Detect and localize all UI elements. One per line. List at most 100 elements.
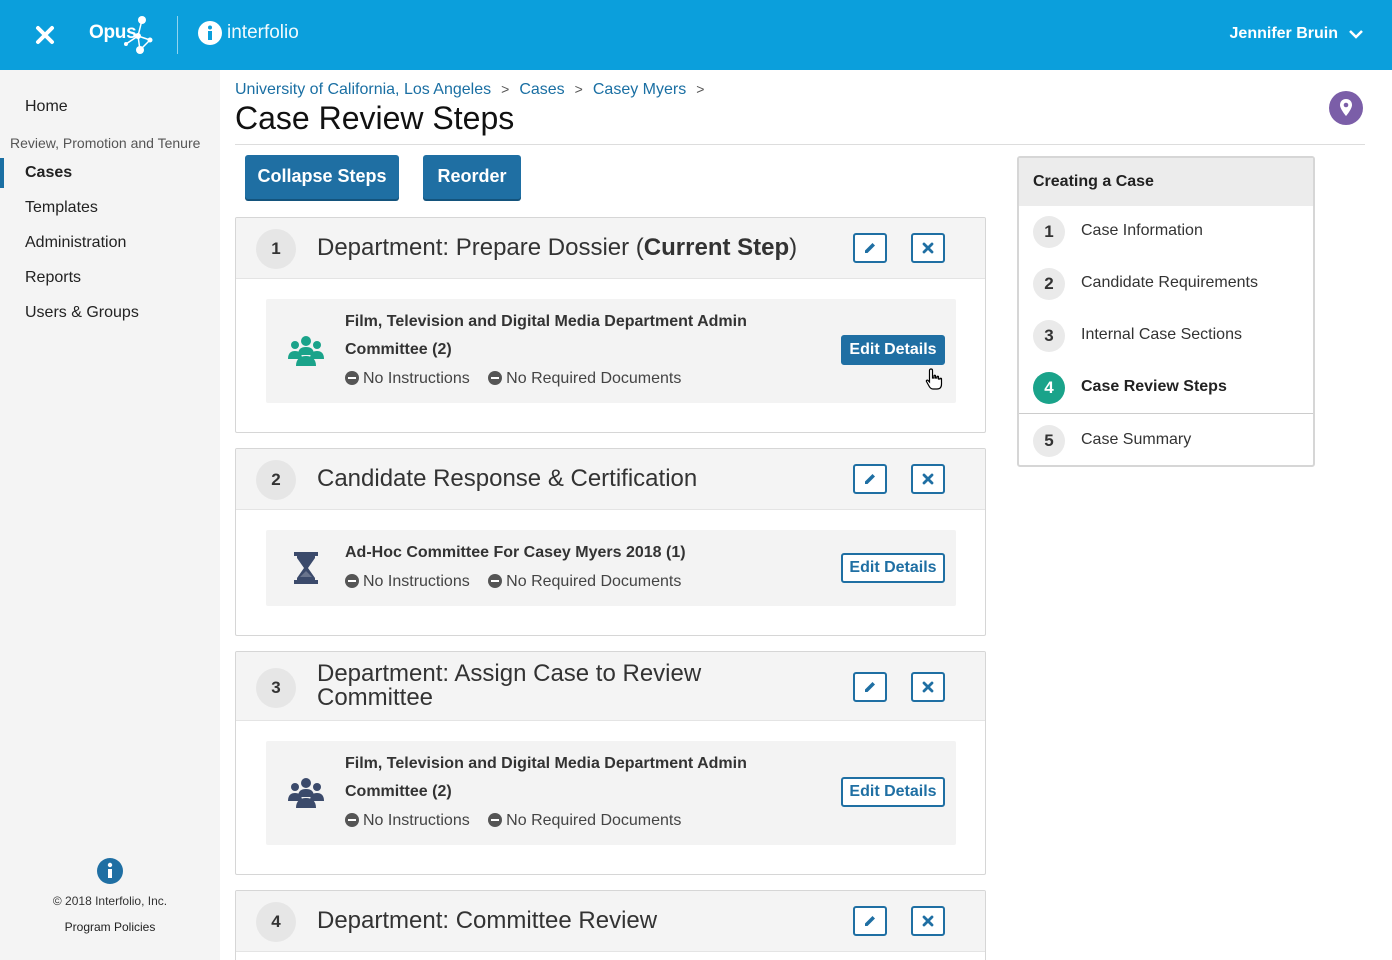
pencil-icon [865, 682, 875, 692]
step-number: 1 [256, 229, 296, 269]
step-task: Film, Television and Digital Media Depar… [266, 299, 956, 403]
title-divider [235, 144, 1365, 145]
task-name: Film, Television and Digital Media Depar… [345, 313, 747, 358]
documents-status: No Required Documents [506, 370, 682, 387]
wizard-divider [1019, 413, 1313, 414]
close-icon [922, 681, 934, 693]
sidebar: Home Review, Promotion and Tenure Cases … [0, 70, 220, 960]
minus-circle-icon [488, 813, 503, 827]
wizard-step-label: Case Summary [1081, 431, 1192, 448]
step-header: 1 Department: Prepare Dossier (Current S… [236, 218, 985, 279]
sidebar-item-reports[interactable]: Reports [0, 263, 220, 293]
task-name: Ad-Hoc Committee For Casey Myers 2018 (1… [345, 544, 686, 561]
step-card-4: 4 Department: Committee Review [235, 890, 986, 960]
wizard-step-label: Case Information [1081, 222, 1203, 239]
interfolio-info-icon [198, 21, 222, 45]
edit-step-button[interactable] [853, 464, 887, 494]
chevron-right-icon: > [574, 81, 583, 97]
info-icon[interactable] [97, 858, 123, 884]
user-menu[interactable]: Jennifer Bruin [1230, 25, 1338, 43]
sidebar-item-administration[interactable]: Administration [0, 228, 220, 258]
sidebar-section-label: Review, Promotion and Tenure [10, 135, 201, 151]
copyright-text: © 2018 Interfolio, Inc. [52, 894, 168, 908]
delete-step-button[interactable] [911, 906, 945, 936]
step-task: Ad-Hoc Committee For Casey Myers 2018 (1… [266, 530, 956, 606]
chevron-right-icon: > [696, 81, 705, 97]
wizard-step-case-review-steps[interactable]: 4 Case Review Steps [1019, 362, 1313, 414]
documents-status: No Required Documents [506, 573, 682, 590]
wizard-panel: Creating a Case 1 Case Information 2 Can… [1017, 156, 1315, 467]
step-header: 2 Candidate Response & Certification [236, 449, 985, 510]
instructions-status: No Instructions [363, 573, 470, 590]
wizard-step-number: 5 [1033, 425, 1065, 457]
sidebar-item-users-groups[interactable]: Users & Groups [0, 298, 220, 328]
edit-details-button[interactable]: Edit Details [841, 335, 945, 365]
edit-details-button[interactable]: Edit Details [841, 553, 945, 583]
close-icon [922, 473, 934, 485]
sidebar-item-home[interactable]: Home [0, 92, 220, 122]
wizard-step-number: 1 [1033, 216, 1065, 248]
minus-circle-icon [345, 813, 359, 827]
edit-details-button[interactable]: Edit Details [841, 777, 945, 807]
step-title: Department: Prepare Dossier (Current Ste… [317, 234, 798, 261]
chevron-right-icon: > [501, 81, 510, 97]
location-pin-button[interactable] [1329, 91, 1363, 125]
breadcrumb-cases[interactable]: Cases [519, 81, 564, 98]
edit-step-button[interactable] [853, 233, 887, 263]
wizard-step-label: Case Review Steps [1081, 378, 1227, 395]
delete-step-button[interactable] [911, 233, 945, 263]
sidebar-item-templates[interactable]: Templates [0, 193, 220, 223]
edit-step-button[interactable] [853, 672, 887, 702]
step-number: 3 [256, 668, 296, 708]
wizard-step-case-summary[interactable]: 5 Case Summary [1019, 415, 1313, 467]
sidebar-item-cases[interactable]: Cases [0, 158, 220, 188]
opus-network-icon [124, 16, 153, 54]
wizard-step-internal-case-sections[interactable]: 3 Internal Case Sections [1019, 310, 1313, 362]
wizard-step-candidate-requirements[interactable]: 2 Candidate Requirements [1019, 258, 1313, 310]
minus-circle-icon [488, 371, 503, 385]
page-title: Case Review Steps [235, 100, 515, 136]
task-name: Film, Television and Digital Media Depar… [345, 755, 747, 800]
wizard-step-case-information[interactable]: 1 Case Information [1019, 206, 1313, 258]
breadcrumb-candidate[interactable]: Casey Myers [593, 81, 686, 98]
edit-step-button[interactable] [853, 906, 887, 936]
interfolio-logo-text: interfolio [227, 22, 299, 43]
step-card-1: 1 Department: Prepare Dossier (Current S… [235, 217, 986, 433]
reorder-button[interactable]: Reorder [423, 155, 521, 199]
hourglass-icon [294, 552, 318, 584]
breadcrumb: University of California, Los Angeles > Ca… [235, 81, 714, 99]
wizard-step-number: 3 [1033, 320, 1065, 352]
minus-circle-icon [345, 371, 359, 385]
task-meta: No Instructions No Required Documents [345, 369, 695, 388]
location-pin-icon [1340, 99, 1352, 116]
close-icon[interactable] [34, 24, 56, 46]
step-header: 4 Department: Committee Review [236, 891, 985, 952]
pencil-icon [865, 243, 875, 253]
step-card-2: 2 Candidate Response & Certification Ad-… [235, 448, 986, 636]
step-title: Department: Committee Review [317, 907, 658, 934]
collapse-steps-button[interactable]: Collapse Steps [245, 155, 399, 199]
delete-step-button[interactable] [911, 672, 945, 702]
minus-circle-icon [488, 574, 503, 588]
step-number: 2 [256, 460, 296, 500]
wizard-step-number: 4 [1033, 372, 1065, 404]
top-bar: Opus interfolio Jennifer Bruin [0, 0, 1392, 70]
delete-step-button[interactable] [911, 464, 945, 494]
close-icon [922, 915, 934, 927]
wizard-title: Creating a Case [1019, 158, 1313, 206]
step-card-3: 3 Department: Assign Case to Review Comm… [235, 651, 986, 875]
group-icon [288, 778, 324, 808]
instructions-status: No Instructions [363, 812, 470, 829]
pencil-icon [865, 916, 875, 926]
chevron-down-icon[interactable] [1348, 28, 1364, 40]
program-policies-link[interactable]: Program Policies [0, 920, 220, 934]
header-divider [177, 16, 178, 54]
group-icon [288, 336, 324, 366]
instructions-status: No Instructions [363, 370, 470, 387]
wizard-step-number: 2 [1033, 268, 1065, 300]
step-number: 4 [256, 902, 296, 942]
step-title: Department: Assign Case to Review Commit… [317, 660, 702, 711]
breadcrumb-university[interactable]: University of California, Los Angeles [235, 81, 491, 98]
task-meta: No Instructions No Required Documents [345, 572, 695, 591]
minus-circle-icon [345, 574, 359, 588]
